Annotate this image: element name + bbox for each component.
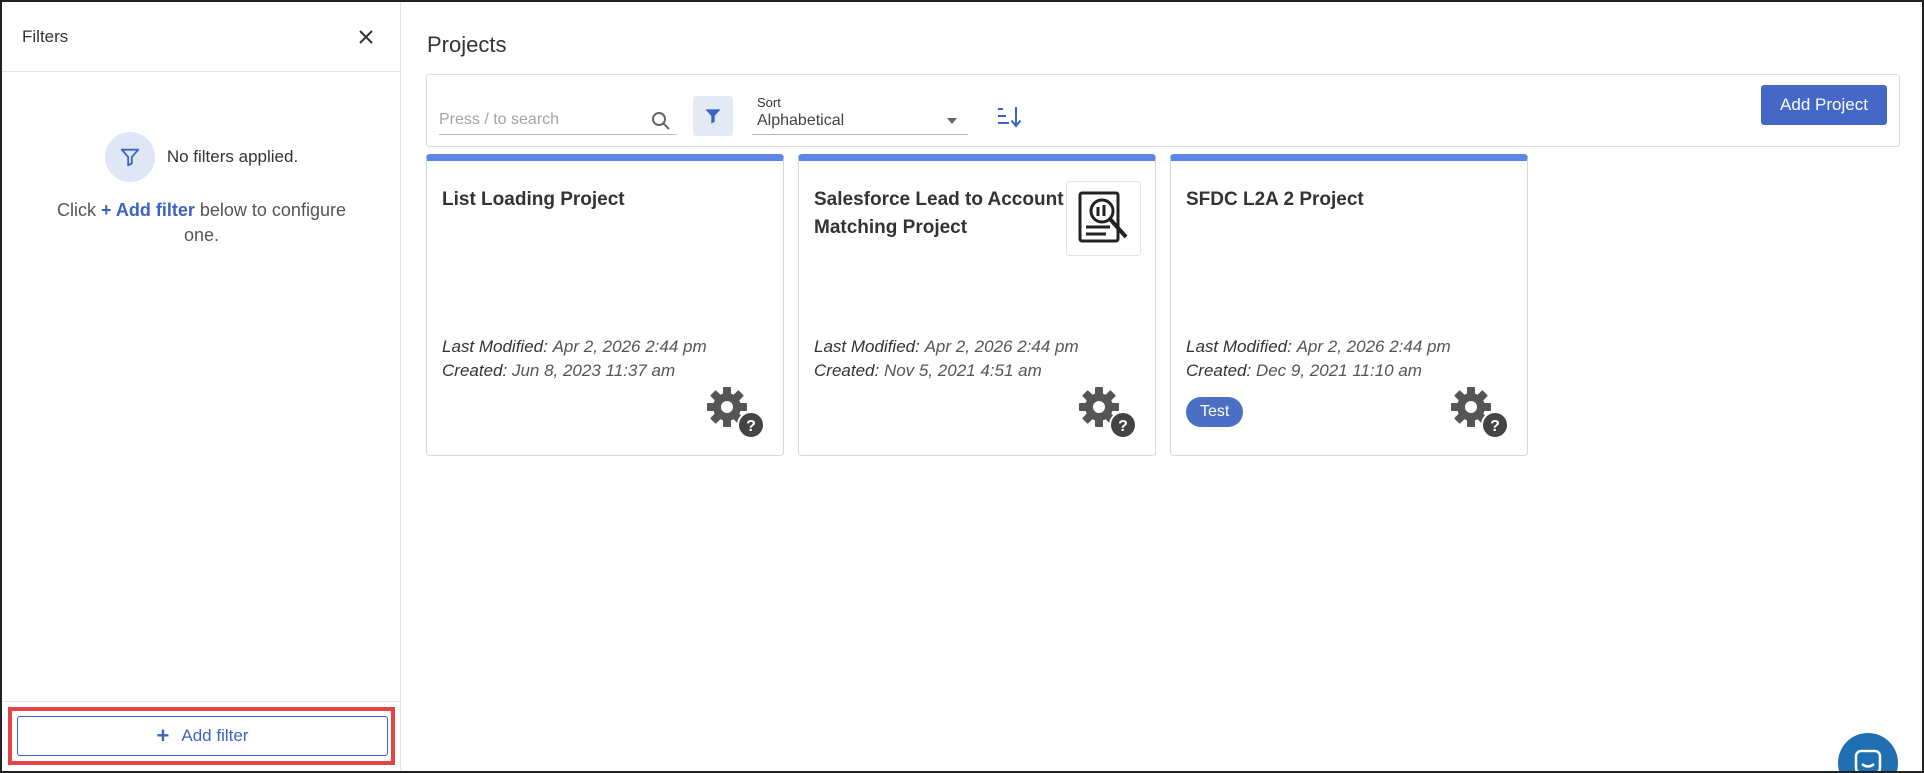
add-filter-link[interactable]: + Add filter	[101, 200, 195, 220]
caret-down-icon	[947, 118, 957, 124]
project-meta: Last Modified: Apr 2, 2026 2:44 pm Creat…	[442, 335, 707, 383]
project-card[interactable]: SFDC L2A 2 Project Last Modified: Apr 2,…	[1170, 154, 1528, 456]
last-modified-label: Last Modified:	[442, 337, 548, 356]
page-title: Projects	[427, 32, 507, 57]
last-modified-label: Last Modified:	[1186, 337, 1292, 356]
projects-toolbar: Sort Alphabetical Add Project	[426, 74, 1900, 147]
created-label: Created:	[1186, 361, 1252, 380]
last-modified-value: Apr 2, 2026 2:44 pm	[924, 337, 1079, 356]
filters-title: Filters	[22, 26, 69, 46]
filter-icon	[120, 148, 139, 167]
svg-text:?: ?	[746, 418, 756, 435]
project-title: Salesforce Lead to Account Matching Proj…	[814, 189, 1064, 238]
add-filter-button[interactable]: + Add filter	[17, 716, 388, 756]
project-meta: Last Modified: Apr 2, 2026 2:44 pm Creat…	[1186, 335, 1451, 383]
help-prefix: Click	[57, 200, 102, 220]
chat-launcher-button[interactable]	[1838, 733, 1898, 773]
last-modified-label: Last Modified:	[814, 337, 920, 356]
plus-icon: +	[156, 723, 170, 748]
chat-icon	[1854, 749, 1882, 773]
filters-panel: Filters No filters applied. Click + Add …	[2, 2, 401, 771]
add-filter-label: Add filter	[181, 726, 249, 745]
last-modified-value: Apr 2, 2026 2:44 pm	[1296, 337, 1451, 356]
search-box	[439, 105, 677, 135]
filters-header: Filters	[2, 2, 400, 72]
add-project-button[interactable]: Add Project	[1761, 85, 1887, 125]
filter-toggle-button[interactable]	[693, 96, 733, 136]
svg-text:?: ?	[1118, 418, 1128, 435]
search-icon[interactable]	[651, 111, 671, 131]
no-filters-text: No filters applied.	[166, 147, 299, 166]
svg-text:?: ?	[1490, 418, 1500, 435]
project-card[interactable]: Salesforce Lead to Account Matching Proj…	[798, 154, 1156, 456]
created-label: Created:	[814, 361, 880, 380]
sort-ascending-icon	[998, 107, 1022, 128]
sort-value: Alphabetical	[757, 112, 845, 129]
created-label: Created:	[442, 361, 508, 380]
settings-help-icon[interactable]: ?	[1449, 383, 1509, 439]
close-filters-button[interactable]	[352, 23, 380, 51]
created-value: Dec 9, 2021 11:10 am	[1255, 361, 1422, 380]
project-card[interactable]: List Loading Project Last Modified: Apr …	[426, 154, 784, 456]
filter-badge	[104, 132, 155, 182]
last-modified-value: Apr 2, 2026 2:44 pm	[552, 337, 707, 356]
settings-help-icon[interactable]: ?	[705, 383, 765, 439]
search-input[interactable]	[439, 110, 639, 129]
project-thumbnail	[1066, 181, 1141, 256]
project-title: List Loading Project	[442, 189, 625, 210]
filter-icon	[705, 109, 721, 124]
created-value: Nov 5, 2021 4:51 am	[883, 361, 1042, 380]
help-suffix: below to configure one.	[183, 200, 346, 245]
created-value: Jun 8, 2023 11:37 am	[511, 361, 676, 380]
sort-direction-button[interactable]	[997, 105, 1025, 131]
project-tag[interactable]: Test	[1186, 397, 1244, 427]
project-meta: Last Modified: Apr 2, 2026 2:44 pm Creat…	[814, 335, 1079, 383]
projects-main: Projects Sort Alphabetical	[402, 2, 1922, 773]
close-icon	[359, 29, 373, 44]
empty-help-text: Click + Add filter below to configure on…	[42, 198, 362, 248]
settings-help-icon[interactable]: ?	[1077, 383, 1137, 439]
sort-select[interactable]: Sort Alphabetical	[752, 95, 968, 135]
filters-footer: + Add filter	[2, 701, 401, 771]
project-title: SFDC L2A 2 Project	[1186, 189, 1364, 210]
empty-filters-state: No filters applied. Click + Add filter b…	[2, 132, 401, 248]
document-search-icon	[1078, 191, 1127, 242]
sort-label: Sort	[757, 95, 781, 110]
